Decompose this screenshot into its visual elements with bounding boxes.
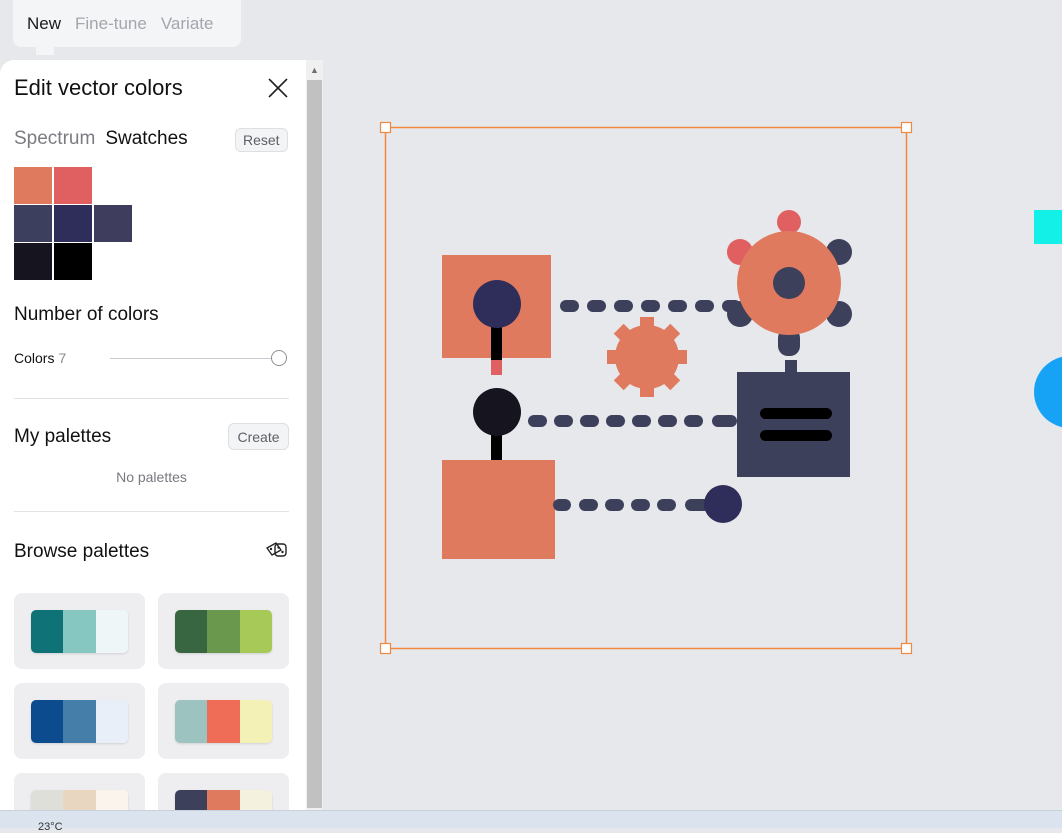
navy-panel [737, 372, 850, 477]
resize-handle-bottom-left[interactable] [379, 642, 392, 655]
resize-handle-top-right[interactable] [900, 121, 913, 134]
panel-scrollbar[interactable]: ▲ [306, 60, 323, 810]
close-icon[interactable] [267, 77, 289, 99]
dashed-connector-top [560, 300, 741, 312]
palette-card-5[interactable] [14, 773, 145, 810]
taskbar: 23°C [0, 810, 1062, 833]
vector-illustration[interactable] [442, 210, 852, 559]
create-palette-button[interactable]: Create [228, 423, 289, 450]
tab-spectrum[interactable]: Spectrum [14, 128, 95, 150]
dashed-connector-middle [528, 415, 737, 427]
browse-palettes-title: Browse palettes [14, 541, 150, 562]
scroll-up-arrow-icon[interactable]: ▲ [306, 60, 323, 78]
colors-slider-knob[interactable] [271, 350, 287, 366]
palette-strip [175, 610, 272, 653]
dice-icon[interactable] [264, 538, 288, 562]
scrollbar-thumb[interactable] [307, 80, 322, 808]
palette-strip [175, 790, 272, 810]
palette-strip [31, 610, 128, 653]
palette-card-4[interactable] [158, 683, 289, 759]
swatch-2[interactable] [54, 167, 92, 204]
dashed-connector-bottom [553, 499, 710, 511]
my-palettes-title: My palettes [14, 426, 112, 447]
swatch-1[interactable] [14, 167, 52, 204]
divider [14, 398, 289, 399]
colors-value: 7 [58, 350, 67, 366]
palette-card-2[interactable] [158, 593, 289, 669]
swatch-7[interactable] [54, 243, 92, 280]
tab-swatches[interactable]: Swatches [105, 128, 187, 150]
swatch-3[interactable] [14, 205, 52, 242]
resize-handle-top-left[interactable] [379, 121, 392, 134]
colors-slider-track[interactable] [110, 358, 278, 359]
palette-card-1[interactable] [14, 593, 145, 669]
reset-button[interactable]: Reset [235, 128, 288, 152]
no-palettes-text: No palettes [116, 469, 187, 485]
colors-count-label: Colors 7 [14, 350, 66, 366]
swatch-6[interactable] [14, 243, 52, 280]
divider [14, 511, 289, 512]
indigo-pin-head [473, 280, 521, 328]
dark-pin-head [473, 388, 521, 436]
coral-square-bottom [442, 460, 555, 559]
colors-label: Colors [14, 350, 55, 366]
big-gear [727, 210, 852, 376]
palette-strip [31, 790, 128, 810]
navy-panel-line-1 [760, 408, 832, 419]
palette-strip [31, 700, 128, 743]
color-mode-tabs: Spectrum Swatches [14, 128, 188, 150]
palette-strip [175, 700, 272, 743]
cyan-shape[interactable] [1034, 210, 1062, 244]
weather-text: 23°C [38, 821, 63, 833]
palette-card-3[interactable] [14, 683, 145, 759]
blue-shape[interactable] [1034, 356, 1062, 428]
edit-vector-colors-panel: Edit vector colors Spectrum Swatches Res… [0, 60, 306, 810]
palette-card-6[interactable] [158, 773, 289, 810]
number-of-colors-title: Number of colors [14, 304, 159, 325]
swatch-5[interactable] [94, 205, 132, 242]
indigo-end-dot [704, 485, 742, 523]
panel-title: Edit vector colors [14, 75, 183, 100]
navy-panel-line-2 [760, 430, 832, 441]
swatch-4[interactable] [54, 205, 92, 242]
small-gear [607, 317, 687, 397]
resize-handle-bottom-right[interactable] [900, 642, 913, 655]
